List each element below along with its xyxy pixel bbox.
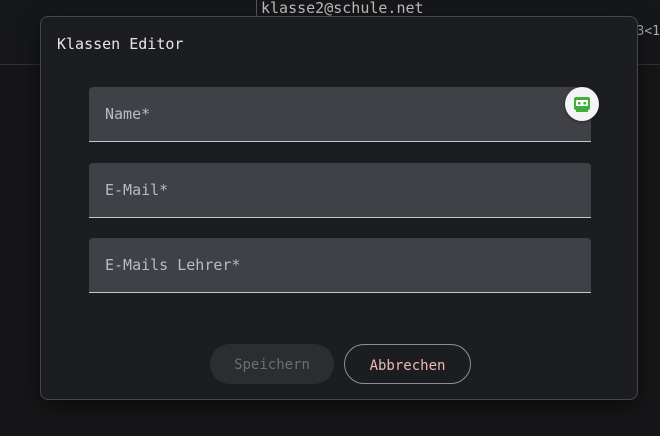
- email-input[interactable]: [89, 163, 623, 217]
- teacher-emails-input[interactable]: [89, 238, 623, 292]
- dialog-title: Klassen Editor: [57, 35, 184, 53]
- teacher-emails-field[interactable]: E-Mails Lehrer*: [89, 238, 623, 293]
- name-input[interactable]: [89, 87, 623, 141]
- email-field[interactable]: E-Mail*: [89, 163, 623, 218]
- save-button[interactable]: Speichern: [210, 344, 334, 384]
- class-editor-dialog: Klassen Editor Name* E-Mail* E-Mails Leh…: [40, 16, 638, 400]
- name-field[interactable]: Name*: [89, 87, 623, 142]
- password-manager-icon[interactable]: [565, 87, 599, 121]
- cancel-button[interactable]: Abbrechen: [344, 344, 471, 384]
- robot-icon: [574, 97, 590, 112]
